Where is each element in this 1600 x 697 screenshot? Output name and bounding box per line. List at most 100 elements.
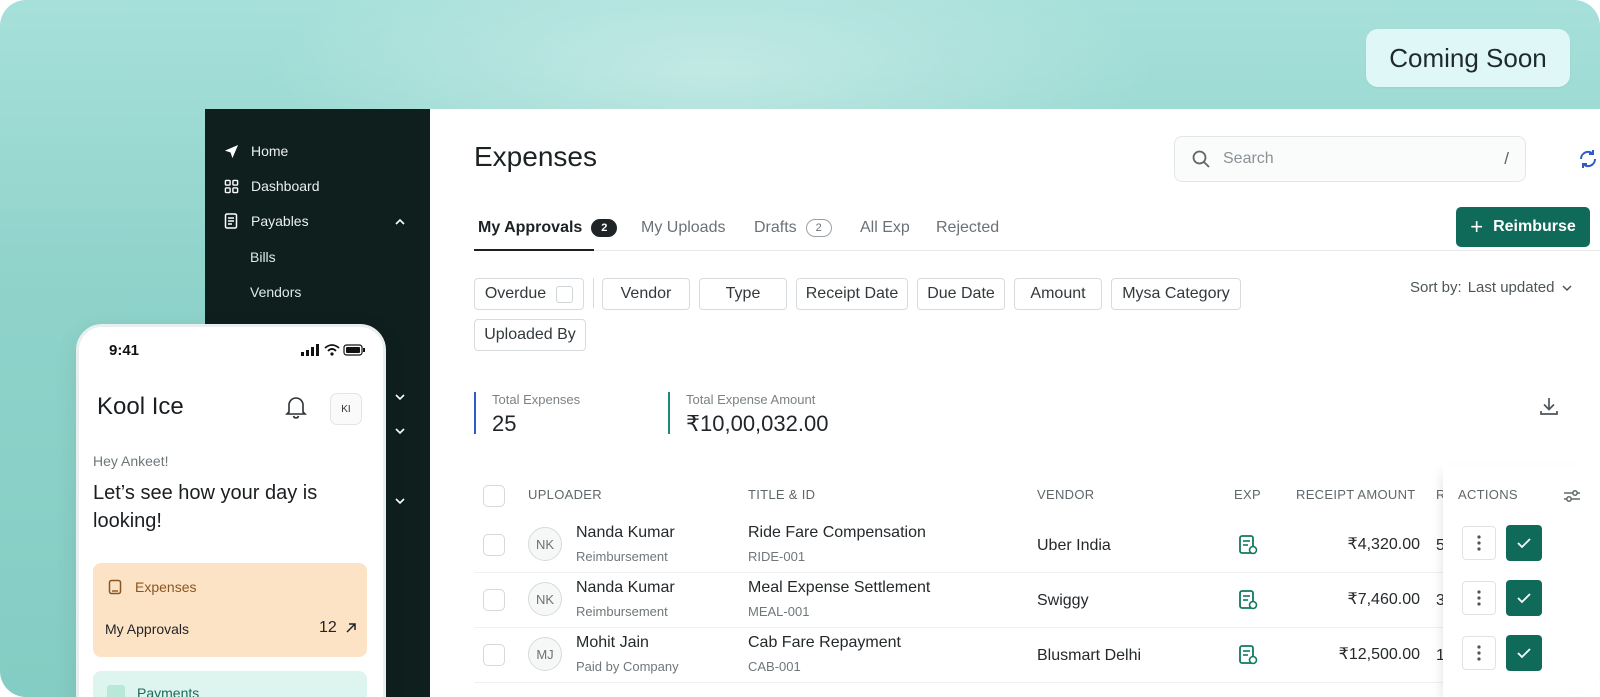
document-icon	[223, 213, 239, 229]
filter-amount[interactable]: Amount	[1014, 278, 1102, 310]
filter-vendor[interactable]: Vendor	[602, 278, 690, 310]
filter-overdue[interactable]: Overdue	[474, 278, 584, 310]
tab-bar: My Approvals 2 My Uploads Drafts 2 All E…	[474, 209, 1600, 251]
tab-my-uploads[interactable]: My Uploads	[641, 219, 725, 237]
sidebar-item-vendors[interactable]: Vendors	[250, 284, 301, 300]
row-checkbox[interactable]	[483, 644, 505, 666]
main-panel: Expenses Search / My Approvals 2 My Uplo…	[430, 109, 1600, 697]
stat-label: Total Expenses	[492, 392, 581, 407]
check-icon	[1517, 648, 1531, 659]
greeting-text: Hey Ankeet!	[93, 453, 169, 469]
reimburse-button[interactable]: + Reimburse	[1456, 207, 1590, 247]
overdue-checkbox[interactable]	[556, 285, 574, 303]
row-divider	[474, 572, 1484, 573]
status-bar-icons	[301, 344, 365, 356]
column-settings-icon[interactable]	[1563, 488, 1581, 504]
row-divider	[474, 627, 1484, 628]
stat-value: ₹10,00,032.00	[686, 411, 829, 436]
approve-button[interactable]	[1506, 635, 1542, 671]
filter-due-date[interactable]: Due Date	[917, 278, 1005, 310]
download-icon[interactable]	[1538, 395, 1560, 417]
receipt-icon[interactable]	[1238, 644, 1258, 666]
chevron-down-icon[interactable]	[393, 390, 407, 404]
search-icon	[1192, 150, 1210, 168]
search-placeholder: Search	[1223, 150, 1274, 167]
filter-divider	[593, 278, 594, 308]
filter-type[interactable]: Type	[699, 278, 787, 310]
arrow-up-right-icon	[346, 623, 356, 633]
sort-label: Sort by:	[1410, 279, 1462, 296]
expense-title[interactable]: Meal Expense Settlement	[748, 579, 930, 597]
more-options-button[interactable]	[1462, 636, 1496, 670]
navigation-arrow-icon	[223, 143, 239, 159]
approve-button[interactable]	[1506, 580, 1542, 616]
sidebar-item-label: Home	[251, 143, 289, 159]
receipt-amount: ₹12,500.00	[1338, 646, 1420, 663]
tab-all-exp[interactable]: All Exp	[860, 219, 910, 237]
receipt-icon[interactable]	[1238, 534, 1258, 556]
active-tab-indicator	[474, 249, 594, 251]
page-title: Expenses	[474, 141, 597, 172]
column-header-title-id[interactable]: TITLE & ID	[748, 487, 815, 502]
expenses-tag: Expenses	[107, 579, 196, 595]
receipt-amount: ₹7,460.00	[1347, 591, 1420, 608]
status-time: 9:41	[109, 342, 140, 359]
row-checkbox[interactable]	[483, 589, 505, 611]
chevron-down-icon[interactable]	[393, 424, 407, 438]
more-options-button[interactable]	[1462, 581, 1496, 615]
coming-soon-badge: Coming Soon	[1366, 29, 1570, 87]
grid-icon	[223, 178, 239, 194]
expenses-card[interactable]: Expenses My Approvals 12	[93, 563, 367, 657]
tab-label: All Exp	[860, 219, 910, 236]
payments-card[interactable]: Payments	[93, 671, 367, 697]
filter-receipt-date[interactable]: Receipt Date	[796, 278, 908, 310]
sidebar-item-payables[interactable]: Payables	[223, 213, 309, 229]
kebab-icon	[1477, 645, 1481, 661]
chevron-up-icon[interactable]	[393, 215, 407, 229]
stat-total-expenses: Total Expenses 25	[474, 392, 581, 436]
expense-title[interactable]: Cab Fare Repayment	[748, 634, 901, 652]
uploader-type: Reimbursement	[576, 549, 668, 564]
mobile-app-preview: 9:41 Kool Ice KI Hey Ankeet! Let’s see h…	[76, 324, 386, 697]
select-all-checkbox[interactable]	[483, 485, 505, 507]
sidebar-item-bills[interactable]: Bills	[250, 249, 276, 265]
tab-drafts[interactable]: Drafts 2	[754, 219, 832, 237]
column-header-receipt-amount[interactable]: RECEIPT AMOUNT	[1296, 487, 1416, 502]
tab-rejected[interactable]: Rejected	[936, 219, 999, 237]
avatar[interactable]: KI	[330, 393, 362, 425]
filter-uploaded-by[interactable]: Uploaded By	[474, 319, 586, 351]
count-badge: 2	[805, 219, 832, 237]
vendor-name: Blusmart Delhi	[1037, 647, 1142, 664]
stage-background: Coming Soon Home Dashboard Payables Bill…	[0, 0, 1600, 697]
tab-my-approvals[interactable]: My Approvals 2	[478, 219, 618, 237]
payments-tag: Payments	[107, 685, 199, 697]
column-header-vendor[interactable]: VENDOR	[1037, 487, 1094, 502]
tab-label: Rejected	[936, 219, 1000, 236]
stat-label: Total Expense Amount	[686, 392, 816, 407]
column-header-uploader[interactable]: UPLOADER	[528, 487, 602, 502]
approve-button[interactable]	[1506, 525, 1542, 561]
expense-icon	[108, 579, 122, 595]
chevron-down-icon[interactable]	[393, 494, 407, 508]
sidebar-item-home[interactable]: Home	[223, 143, 288, 159]
sidebar-item-dashboard[interactable]: Dashboard	[223, 178, 320, 194]
more-options-button[interactable]	[1462, 526, 1496, 560]
expense-id: MEAL-001	[748, 604, 810, 619]
filter-mysa-category[interactable]: Mysa Category	[1111, 278, 1241, 310]
uploader-name: Mohit Jain	[576, 634, 649, 651]
row-checkbox[interactable]	[483, 534, 505, 556]
column-header-actions: ACTIONS	[1458, 487, 1518, 502]
uploader-type: Paid by Company	[576, 659, 679, 674]
search-input[interactable]: Search /	[1174, 136, 1526, 182]
bell-icon[interactable]	[285, 395, 307, 419]
filter-label: Overdue	[484, 285, 547, 302]
sidebar-item-label: Dashboard	[251, 178, 320, 194]
check-icon	[1517, 593, 1531, 604]
avatar: NK	[528, 582, 562, 616]
refresh-icon[interactable]	[1576, 147, 1600, 171]
receipt-icon[interactable]	[1238, 589, 1258, 611]
expense-title[interactable]: Ride Fare Compensation	[748, 524, 926, 542]
sort-dropdown[interactable]: Sort by: Last updated	[1410, 279, 1574, 296]
column-header-exp[interactable]: EXP	[1234, 487, 1261, 502]
headline-text: Let’s see how your day is looking!	[93, 482, 318, 532]
